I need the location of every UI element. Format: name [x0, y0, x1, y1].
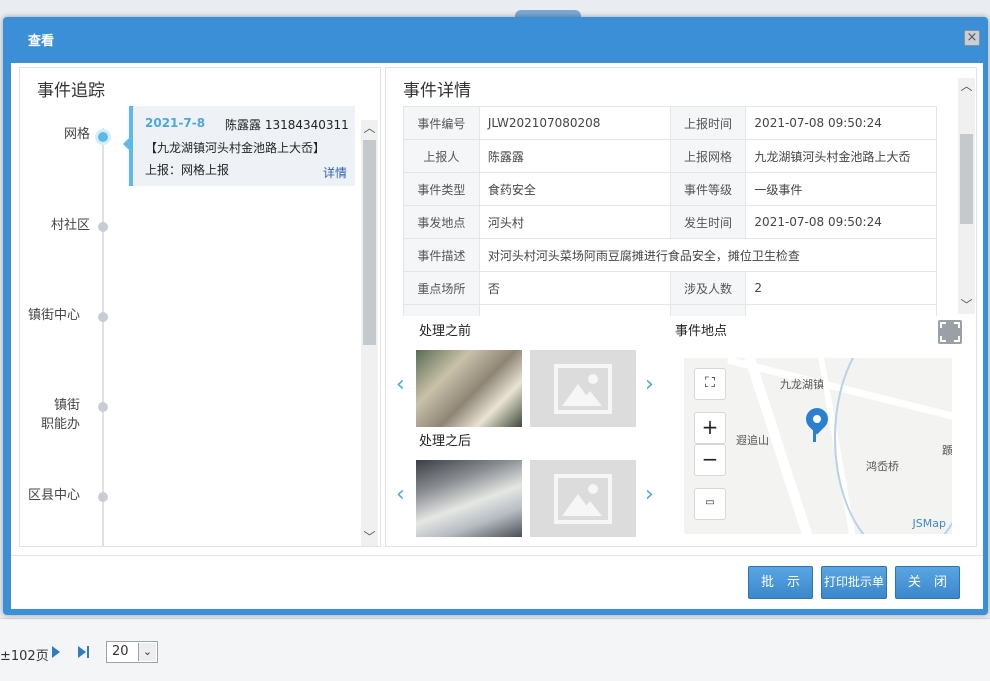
- table-row: 事发地点 河头村 发生时间 2021-07-08 09:50:24: [403, 205, 937, 239]
- field-value: 2021-07-08 09:50:24: [745, 106, 937, 140]
- map-label: 鸿岙桥: [866, 460, 899, 473]
- field-value: 河头村: [478, 205, 671, 239]
- before-label: 处理之前: [419, 324, 472, 339]
- map-label: 九龙湖镇: [780, 378, 824, 391]
- timeline-label-village: 村社区: [50, 218, 90, 233]
- field-label: 上报网格: [669, 139, 747, 173]
- page-size-select[interactable]: 20 ⌄: [106, 641, 158, 663]
- timeline-dot: [98, 222, 108, 232]
- fullscreen-icon[interactable]: [938, 320, 962, 344]
- scroll-up-icon[interactable]: ︿: [361, 120, 378, 137]
- view-dialog: 查看 × 事件追踪 网格 村社区 镇街中心 镇街 职能办 区县中心 2021-7…: [3, 17, 988, 615]
- next-page-icon[interactable]: [52, 646, 60, 658]
- field-label: 发生时间: [669, 205, 747, 239]
- before-next-icon[interactable]: ›: [645, 374, 654, 396]
- measure-icon[interactable]: ▭: [694, 488, 726, 520]
- after-next-icon[interactable]: ›: [645, 484, 654, 506]
- dialog-body: 事件追踪 网格 村社区 镇街中心 镇街 职能办 区县中心 2021-7-8 陈露…: [11, 63, 983, 609]
- approve-button[interactable]: 批 示: [748, 566, 813, 599]
- close-button[interactable]: 关 闭: [895, 566, 960, 599]
- details-table-wrapper: 事件编号 JLW202107080208 上报时间 2021-07-08 09:…: [403, 106, 937, 316]
- table-row: 重点场所 否 涉及人数 2: [403, 271, 937, 305]
- event-tracking-panel: 事件追踪 网格 村社区 镇街中心 镇街 职能办 区县中心 2021-7-8 陈露…: [19, 67, 381, 547]
- field-label: 重点场所: [403, 271, 480, 305]
- before-prev-icon[interactable]: ‹: [396, 374, 405, 396]
- timeline-line: [102, 128, 104, 546]
- close-icon[interactable]: ×: [964, 30, 980, 46]
- pagination-bar: ±102页 20 ⌄: [0, 618, 990, 681]
- timeline-label-grid: 网格: [63, 127, 90, 142]
- event-details-title: 事件详情: [403, 81, 471, 101]
- field-value: 食药安全: [478, 172, 671, 206]
- timeline-dot: [98, 312, 108, 322]
- table-row: 上报人 陈露露 上报网格 九龙湖镇河头村金池路上大岙: [403, 139, 937, 173]
- event-card: 2021-7-8 陈露露 13184340311 【九龙湖镇河头村金池路上大岙】…: [123, 106, 355, 186]
- details-scrollbar[interactable]: ︿ ﹀: [958, 78, 975, 314]
- chevron-down-icon[interactable]: ⌄: [138, 643, 156, 661]
- page-info: ±102页: [0, 649, 49, 664]
- field-label: 事发地点: [403, 205, 480, 239]
- event-date: 2021-7-8: [145, 116, 206, 130]
- map-extent-icon[interactable]: ⛶: [694, 368, 726, 400]
- table-row: 事件描述 对河头村河头菜场阿雨豆腐摊进行食品安全，摊位卫生检查: [403, 238, 937, 272]
- field-label: 事件编号: [403, 106, 480, 140]
- table-row: [403, 304, 937, 316]
- timeline-dot: [98, 402, 108, 412]
- timeline-dot-active: [98, 132, 108, 142]
- zoom-in-button[interactable]: +: [694, 412, 726, 444]
- field-value: 2021-07-08 09:50:24: [745, 205, 937, 239]
- scrollbar-thumb[interactable]: [363, 140, 376, 345]
- zoom-out-button[interactable]: −: [694, 444, 726, 476]
- field-label: 事件等级: [669, 172, 747, 206]
- left-scrollbar[interactable]: ︿ ﹀: [361, 120, 378, 546]
- field-value: JLW202107080208: [478, 106, 671, 140]
- field-label: 事件类型: [403, 172, 480, 206]
- field-value: 2: [745, 271, 937, 305]
- after-label: 处理之后: [419, 434, 472, 449]
- table-row: 事件类型 食药安全 事件等级 一级事件: [403, 172, 937, 206]
- field-value: 九龙湖镇河头村金池路上大岙: [745, 139, 937, 173]
- image-placeholder-icon: [530, 350, 636, 427]
- field-label: 上报时间: [669, 106, 747, 140]
- image-placeholder-icon: [530, 460, 636, 537]
- timeline-dot: [98, 492, 108, 502]
- after-prev-icon[interactable]: ‹: [396, 484, 405, 506]
- event-reporter: 陈露露 13184340311: [225, 118, 349, 132]
- field-label: 事件描述: [403, 238, 480, 272]
- map-label: 遐追山: [736, 434, 769, 447]
- after-photo[interactable]: [416, 460, 522, 537]
- timeline-label-county-center: 区县中心: [27, 488, 80, 503]
- event-place: 【九龙湖镇河头村金池路上大岙】: [145, 141, 326, 155]
- print-approval-button[interactable]: 打印批示单: [821, 566, 887, 599]
- timeline-label-town-office: 镇街 职能办: [40, 398, 80, 432]
- field-label: 上报人: [403, 139, 480, 173]
- scroll-down-icon[interactable]: ﹀: [958, 297, 975, 314]
- event-tracking-title: 事件追踪: [37, 81, 105, 101]
- details-table: 事件编号 JLW202107080208 上报时间 2021-07-08 09:…: [403, 106, 937, 316]
- field-value: 陈露露: [478, 139, 671, 173]
- last-page-icon[interactable]: [78, 646, 90, 658]
- location-label: 事件地点: [675, 324, 728, 339]
- map-attribution[interactable]: JSMap: [913, 517, 946, 530]
- field-value: 对河头村河头菜场阿雨豆腐摊进行食品安全，摊位卫生检查: [478, 238, 937, 272]
- event-detail-link[interactable]: 详情: [323, 164, 347, 181]
- scrollbar-thumb[interactable]: [960, 134, 973, 224]
- timeline-label-town-center: 镇街中心: [27, 308, 80, 323]
- scroll-down-icon[interactable]: ﹀: [361, 529, 378, 546]
- event-details-panel: 事件详情 事件编号 JLW202107080208 上报时间 2021-07-0…: [385, 67, 977, 547]
- before-photo[interactable]: [416, 350, 522, 427]
- event-location-map[interactable]: ⛶ + − ▭ 九龙湖镇 遐追山 鸿岙桥 踬 JSMap: [684, 358, 952, 534]
- event-report-source: 上报：网格上报: [145, 163, 230, 177]
- scroll-up-icon[interactable]: ︿: [958, 78, 975, 95]
- dialog-footer: 批 示 打印批示单 关 闭: [11, 555, 983, 609]
- map-label: 踬: [942, 444, 952, 457]
- field-label: 涉及人数: [669, 271, 747, 305]
- field-value: 否: [478, 271, 671, 305]
- table-row: 事件编号 JLW202107080208 上报时间 2021-07-08 09:…: [403, 106, 937, 140]
- dialog-title: 查看: [28, 34, 55, 49]
- page-size-value: 20: [112, 644, 129, 659]
- field-value: 一级事件: [745, 172, 937, 206]
